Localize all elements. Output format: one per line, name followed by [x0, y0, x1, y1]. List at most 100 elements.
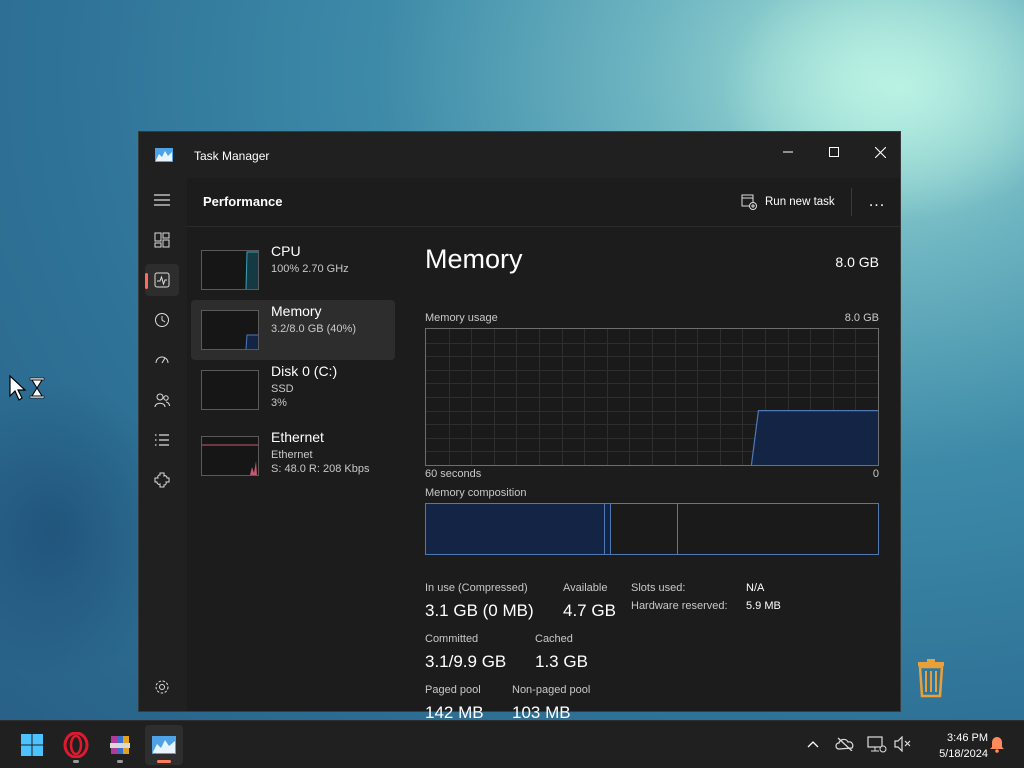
maximize-icon	[829, 147, 839, 157]
memory-composition-label: Memory composition	[425, 487, 527, 499]
perf-item[interactable]: CPU 100% 2.70 GHz	[191, 240, 395, 300]
minimize-button[interactable]	[765, 138, 811, 166]
startup-apps-icon	[155, 356, 169, 364]
committed-label: Committed	[425, 633, 479, 645]
available-value: 4.7 GB	[563, 601, 616, 620]
header-separator	[851, 188, 852, 216]
memory-usage-label: Memory usage	[425, 312, 498, 324]
task-manager-icon	[152, 736, 176, 754]
busy-cursor-icon	[9, 374, 45, 401]
cached-label: Cached	[535, 633, 573, 645]
nav-users[interactable]	[145, 384, 179, 416]
title-bar[interactable]: Task Manager	[139, 132, 900, 178]
task-manager-window: Task Manager Performance Run new task ..…	[138, 131, 901, 722]
processes-icon	[154, 232, 170, 248]
hardware-reserved-value: 5.9 MB	[746, 600, 781, 612]
users-icon	[154, 393, 170, 408]
detail-title: Memory	[425, 244, 523, 274]
committed-value: 3.1/9.9 GB	[425, 652, 507, 671]
nav-performance[interactable]	[145, 264, 179, 296]
page-title: Performance	[203, 194, 283, 209]
close-button[interactable]	[857, 138, 903, 166]
hamburger-icon	[154, 194, 170, 206]
performance-list: CPU 100% 2.70 GHz Memory 3.2/8.0 GB (40%) Di…	[191, 240, 395, 486]
opera-icon	[63, 732, 89, 758]
perf-item-name: Disk 0 (C:)	[271, 363, 338, 379]
perf-item-thumbnail	[201, 370, 259, 410]
content-pane: Performance Run new task ... CPU 100% 2.7…	[187, 178, 900, 722]
perf-item-detail: 3.2/8.0 GB (40%)	[271, 323, 356, 335]
minimize-icon	[783, 151, 793, 153]
in-use-label: In use (Compressed)	[425, 582, 528, 594]
perf-item-thumbnail	[201, 436, 259, 476]
perf-item-thumbnail	[201, 250, 259, 290]
bell-icon	[990, 737, 1004, 753]
active-indicator	[145, 273, 148, 289]
notifications-button[interactable]	[986, 733, 1008, 755]
perf-item-detail: 100% 2.70 GHz	[271, 263, 349, 275]
start-button[interactable]	[13, 725, 51, 765]
settings-button[interactable]	[145, 671, 179, 703]
perf-item[interactable]: Ethernet Ethernet S: 48.0 R: 208 Kbps	[191, 426, 395, 486]
windows-start-icon	[21, 734, 43, 756]
perf-item-thumbnail	[201, 310, 259, 350]
taskbar-opera[interactable]	[57, 725, 95, 765]
memory-composition-bar	[425, 503, 879, 555]
run-task-icon	[741, 194, 757, 210]
paged-pool-label: Paged pool	[425, 684, 481, 696]
volume-muted-icon	[894, 736, 911, 752]
clock-time: 3:46 PM	[947, 732, 988, 744]
nav-services[interactable]	[145, 464, 179, 496]
details-icon	[155, 434, 169, 446]
usage-area	[751, 410, 878, 465]
network-button[interactable]	[866, 733, 888, 755]
perf-item[interactable]: Disk 0 (C:) SSD 3%	[191, 360, 395, 420]
running-indicator	[117, 760, 123, 763]
composition-in-use	[426, 504, 605, 554]
nav-startup-apps[interactable]	[145, 344, 179, 376]
performance-icon	[154, 272, 170, 288]
window-title: Task Manager	[194, 149, 270, 163]
cached-value: 1.3 GB	[535, 652, 588, 671]
onedrive-button[interactable]	[834, 733, 856, 755]
more-options-button[interactable]: ...	[863, 188, 891, 216]
navigation-rail	[139, 178, 185, 711]
perf-item-name: Memory	[271, 303, 322, 319]
app-history-icon	[155, 313, 169, 327]
nav-app-history[interactable]	[145, 304, 179, 336]
taskbar-winrar[interactable]	[101, 725, 139, 765]
perf-item-detail: S: 48.0 R: 208 Kbps	[271, 463, 370, 475]
hamburger-menu-button[interactable]	[145, 184, 179, 216]
taskbar: 3:46 PM 5/18/2024	[0, 720, 1024, 768]
composition-standby	[611, 504, 678, 554]
perf-item-name: CPU	[271, 243, 301, 259]
nav-details[interactable]	[145, 424, 179, 456]
winrar-icon	[110, 736, 130, 754]
run-new-task-label: Run new task	[765, 196, 835, 208]
active-indicator	[157, 760, 171, 763]
run-new-task-button[interactable]: Run new task	[741, 188, 835, 216]
clock-date: 5/18/2024	[939, 748, 988, 760]
memory-usage-graph	[425, 328, 879, 466]
clock[interactable]: 3:46 PM 5/18/2024	[918, 730, 988, 762]
show-hidden-icons-button[interactable]	[802, 733, 824, 755]
gear-icon	[155, 680, 169, 694]
nav-processes[interactable]	[145, 224, 179, 256]
hardware-reserved-label: Hardware reserved:	[631, 600, 728, 612]
axis-right-label: 0	[872, 468, 879, 480]
perf-item[interactable]: Memory 3.2/8.0 GB (40%)	[191, 300, 395, 360]
memory-usage-max: 8.0 GB	[844, 312, 879, 324]
available-label: Available	[563, 582, 608, 594]
maximize-button[interactable]	[811, 138, 857, 166]
memory-usage-plot	[426, 329, 878, 466]
perf-item-name: Ethernet	[271, 429, 324, 445]
taskbar-task-manager[interactable]	[145, 725, 183, 765]
in-use-value: 3.1 GB (0 MB)	[425, 601, 534, 620]
perf-item-detail: 3%	[271, 397, 287, 409]
volume-button[interactable]	[892, 733, 914, 755]
non-paged-pool-label: Non-paged pool	[512, 684, 591, 696]
recycle-bin-icon[interactable]	[914, 658, 948, 698]
services-icon	[154, 472, 170, 488]
cloud-offline-icon	[835, 737, 854, 751]
close-icon	[874, 146, 886, 158]
